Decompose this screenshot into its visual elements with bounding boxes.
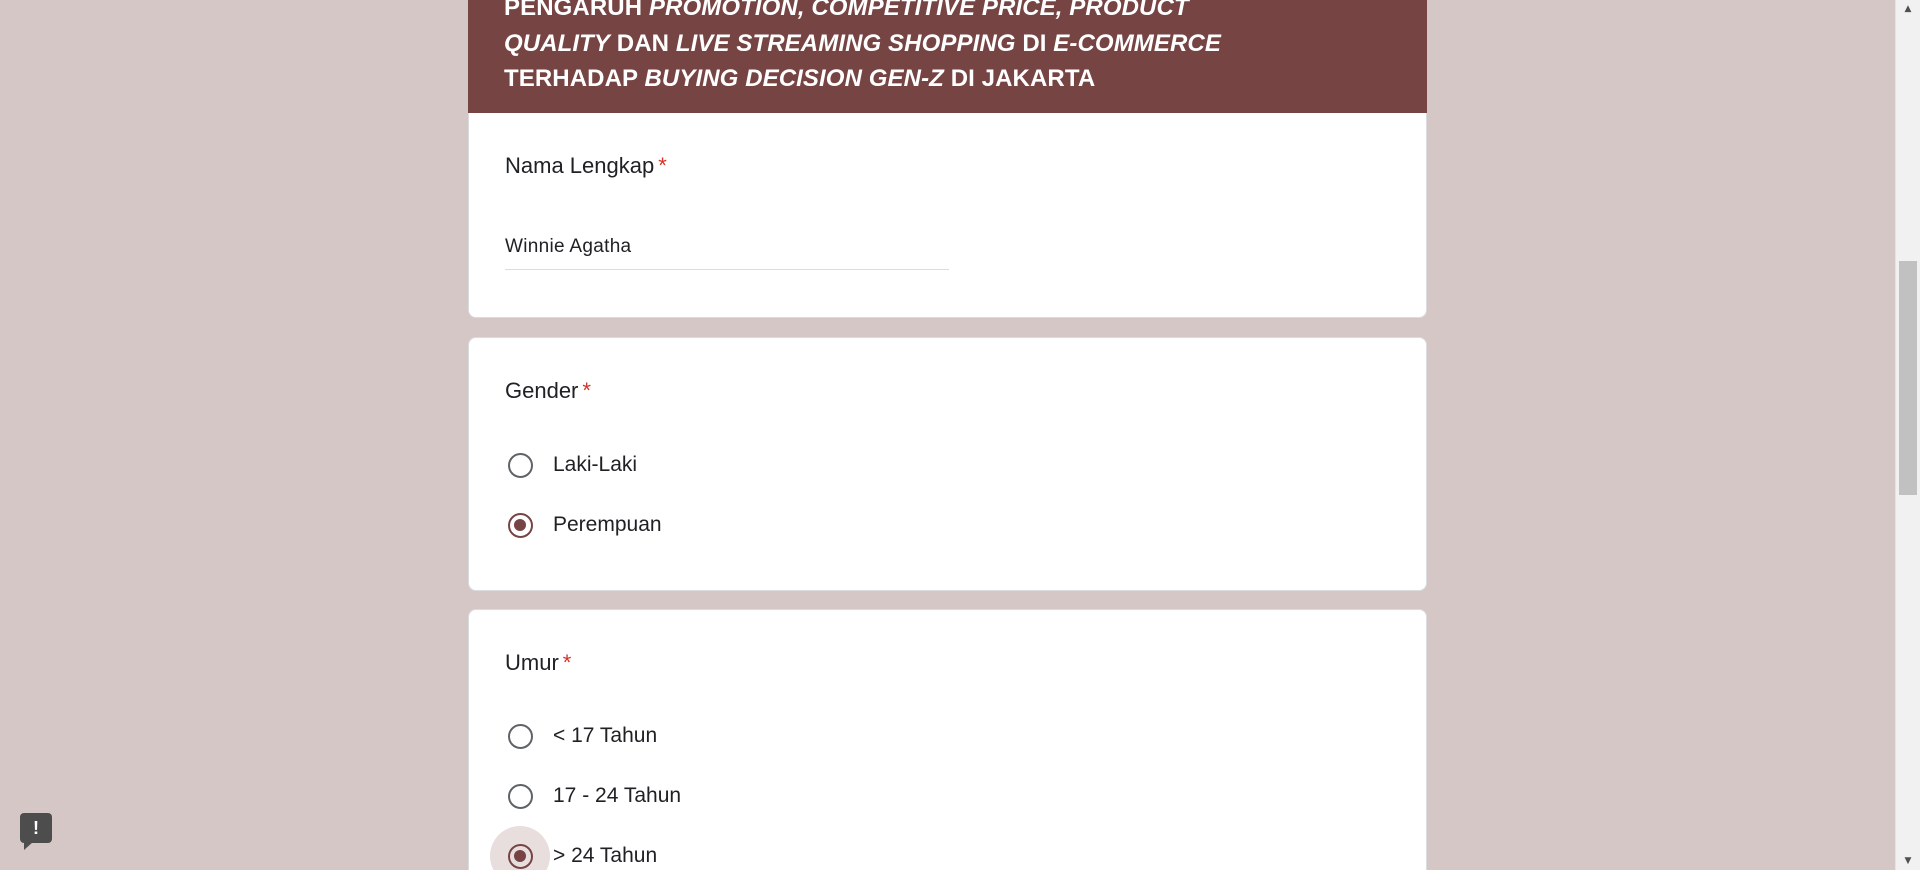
radio-wrap xyxy=(505,721,535,751)
form-title: PENGARUH PROMOTION, COMPETITIVE PRICE, P… xyxy=(504,0,1264,97)
scroll-up-arrow-icon[interactable]: ▲ xyxy=(1896,0,1920,18)
full-name-input[interactable]: Winnie Agatha xyxy=(505,225,949,270)
required-asterisk: * xyxy=(582,378,591,403)
question-title-name: Nama Lengkap * xyxy=(505,153,667,179)
age-option-under-17[interactable]: < 17 Tahun xyxy=(505,716,657,756)
form-title-seg-7: BUYING DECISION GEN-Z xyxy=(644,65,944,92)
option-label: Laki-Laki xyxy=(553,453,638,476)
form-title-seg-8: DI JAKARTA xyxy=(943,65,1096,92)
question-card-age: Umur * < 17 Tahun 17 - 24 Tahun > 24 Tahu… xyxy=(468,609,1427,870)
radio-wrap xyxy=(505,510,535,540)
option-label: > 24 Tahun xyxy=(553,844,658,867)
radio-checked-icon[interactable] xyxy=(507,512,533,538)
question-card-name: Nama Lengkap * Winnie Agatha xyxy=(468,113,1427,318)
scroll-thumb[interactable] xyxy=(1899,261,1917,495)
radio-unchecked-icon[interactable] xyxy=(507,723,533,749)
radio-wrap xyxy=(490,826,550,870)
option-label: < 17 Tahun xyxy=(553,724,658,747)
required-asterisk: * xyxy=(658,153,667,178)
form-title-seg-3: LIVE STREAMING SHOPPING xyxy=(675,29,1016,57)
form-title-seg-4: DI xyxy=(1015,29,1054,57)
gender-option-perempuan[interactable]: Perempuan xyxy=(505,505,662,545)
question-title-age-text: Umur xyxy=(505,650,559,675)
form-header-banner: PENGARUH PROMOTION, COMPETITIVE PRICE, P… xyxy=(468,0,1427,113)
age-option-over-24[interactable]: > 24 Tahun xyxy=(490,826,658,870)
radio-unchecked-icon[interactable] xyxy=(507,783,533,809)
form-title-seg-6: TERHADAP xyxy=(504,65,645,92)
scroll-down-arrow-icon[interactable]: ▼ xyxy=(1896,852,1920,870)
option-label: Perempuan xyxy=(553,513,662,536)
form-title-seg-5: E-COMMERCE xyxy=(1053,29,1221,57)
report-issue-icon: ! xyxy=(33,817,39,838)
question-title-name-text: Nama Lengkap xyxy=(505,153,655,178)
gender-option-laki-laki[interactable]: Laki-Laki xyxy=(505,445,637,485)
page-scrollbar[interactable]: ▲ ▼ xyxy=(1895,0,1920,870)
form-title-seg-0: PENGARUH xyxy=(504,0,649,21)
question-title-gender-text: Gender xyxy=(505,378,579,403)
question-title-age: Umur * xyxy=(505,650,571,676)
radio-wrap xyxy=(505,450,535,480)
radio-wrap xyxy=(505,781,535,811)
report-issue-button[interactable]: ! xyxy=(20,813,52,850)
age-option-17-24[interactable]: 17 - 24 Tahun xyxy=(505,776,681,816)
option-label: 17 - 24 Tahun xyxy=(553,784,682,807)
radio-checked-icon[interactable] xyxy=(507,843,533,869)
required-asterisk: * xyxy=(562,650,572,675)
question-title-gender: Gender * xyxy=(505,378,591,404)
form-page: PENGARUH PROMOTION, COMPETITIVE PRICE, P… xyxy=(0,0,1920,870)
radio-unchecked-icon[interactable] xyxy=(507,452,533,478)
form-title-seg-2: DAN xyxy=(610,29,676,57)
question-card-gender: Gender * Laki-Laki Perempuan xyxy=(468,337,1427,591)
